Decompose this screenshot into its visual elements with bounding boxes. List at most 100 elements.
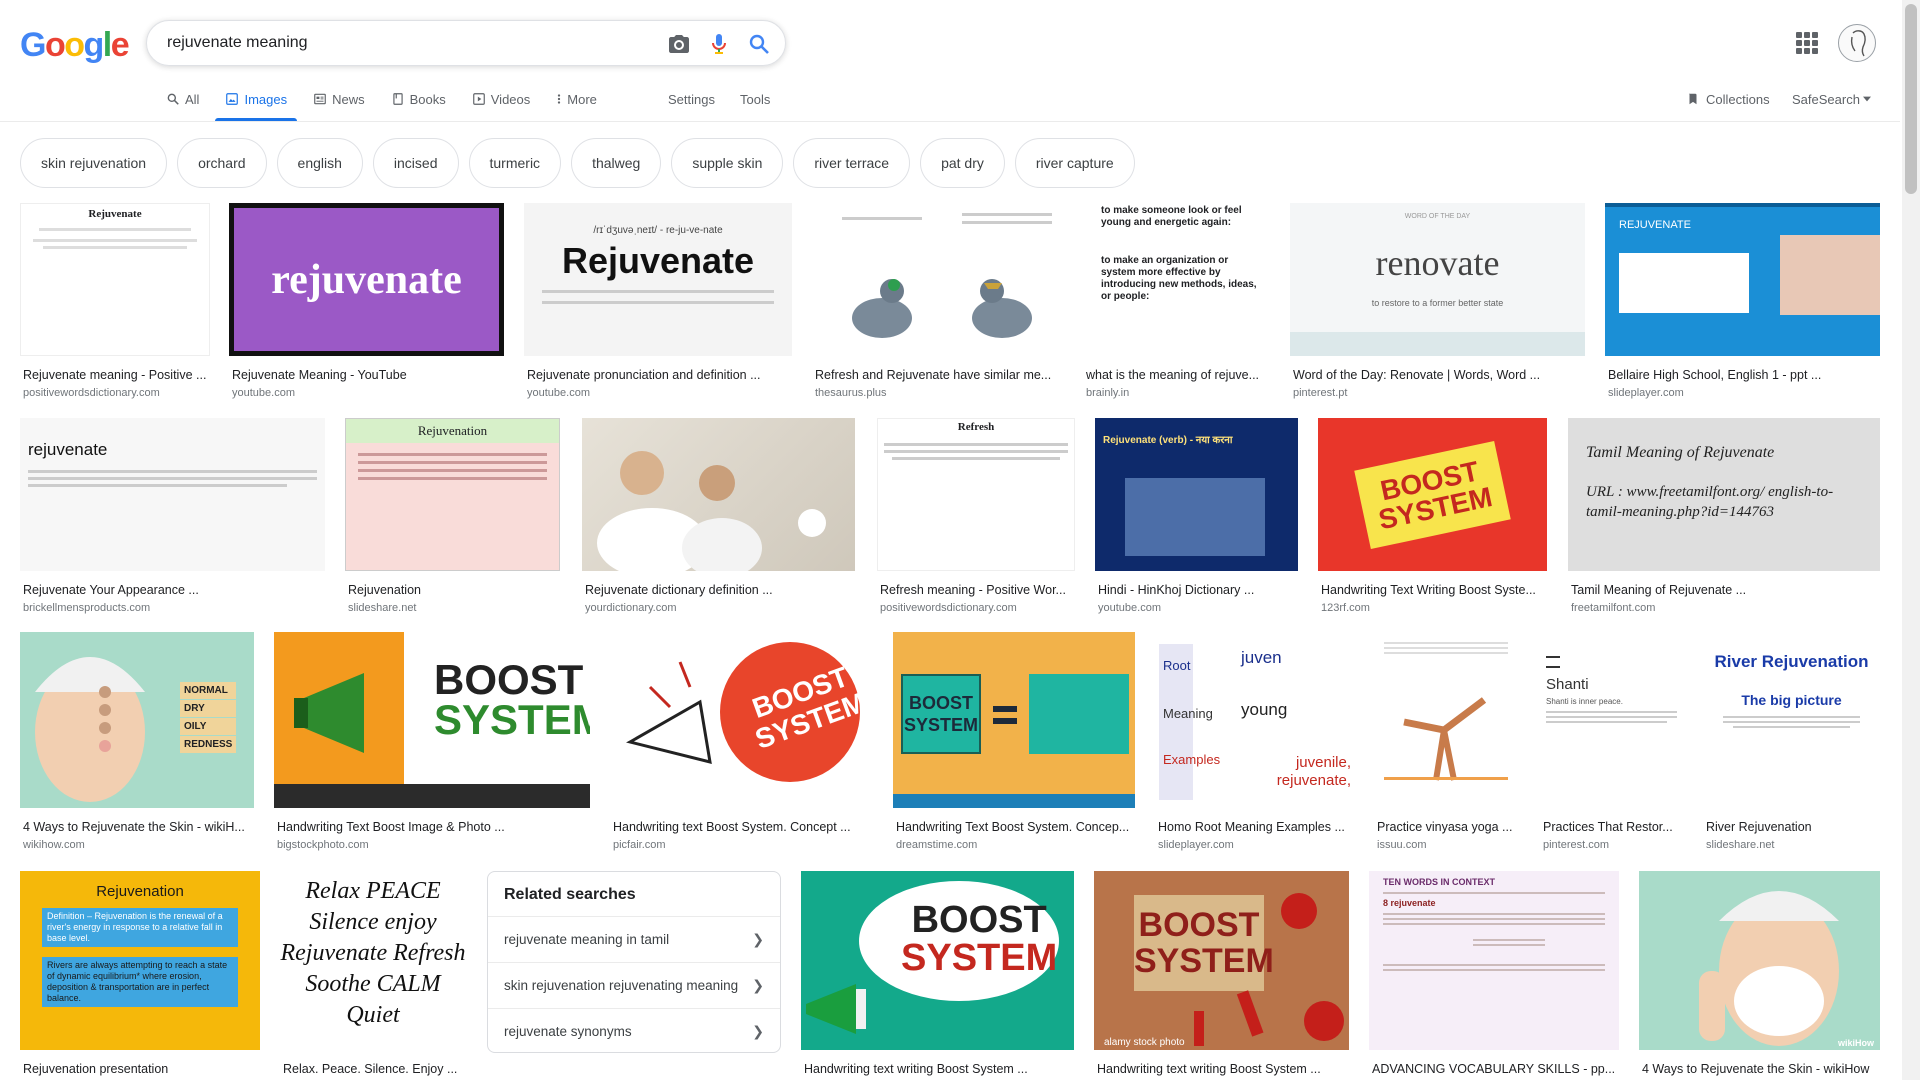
chip-orchard[interactable]: orchard: [177, 138, 267, 188]
chip-turmeric[interactable]: turmeric: [468, 138, 562, 188]
image-result[interactable]: Root Meaning Examples juven young juveni…: [1155, 632, 1355, 851]
tab-all[interactable]: All: [166, 86, 199, 112]
scrollbar-thumb[interactable]: [1905, 4, 1917, 194]
chip-skin-rejuvenation[interactable]: skin rejuvenation: [20, 138, 168, 188]
image-result[interactable]: Tamil Meaning of Rejuvenate URL : www.fr…: [1568, 418, 1880, 614]
result-source: 123rf.com: [1321, 602, 1370, 614]
result-title: Rejuvenate dictionary definition ...: [585, 583, 773, 597]
apps-grid-icon[interactable]: [1796, 32, 1818, 54]
result-thumbnail: Shanti Shanti is inner peace.: [1540, 632, 1683, 808]
tab-label: More: [567, 91, 597, 107]
chip-river-terrace[interactable]: river terrace: [793, 138, 911, 188]
account-avatar-icon: [1850, 30, 1866, 57]
chip-incised[interactable]: incised: [372, 138, 459, 188]
result-source: dreamstime.com: [896, 839, 978, 851]
tab-images[interactable]: Images: [215, 86, 297, 121]
image-result[interactable]: BOOST SYSTEM Handwriting text Boost Syst…: [610, 632, 873, 851]
result-source: bigstockphoto.com: [277, 839, 369, 851]
search-input[interactable]: rejuvenate meaning: [167, 34, 308, 52]
image-result[interactable]: Rejuvenate Rejuvenate meaning - Positive…: [20, 203, 210, 399]
image-result[interactable]: River Rejuvenation The big picture River…: [1703, 632, 1880, 851]
result-title: Rejuvenate meaning - Positive ...: [23, 368, 207, 382]
result-thumbnail: BOOST SYSTEM: [610, 632, 873, 808]
image-result[interactable]: BOOST SYSTEM Handwriting text writing Bo…: [801, 871, 1074, 1076]
related-search-item[interactable]: skin rejuvenation rejuvenating meaning ❯: [488, 962, 780, 1008]
image-result[interactable]: Rejuvenation Definition – Rejuvenation i…: [20, 871, 260, 1076]
chip-supple-skin[interactable]: supple skin: [671, 138, 784, 188]
result-title: Rejuvenation presentation: [23, 1062, 169, 1076]
camera-icon[interactable]: [667, 32, 691, 56]
result-thumbnail: River Rejuvenation The big picture: [1703, 632, 1880, 808]
result-thumbnail: BOOST SYSTEM: [893, 632, 1135, 808]
result-title: Handwriting Text Boost Image & Photo ...: [277, 820, 505, 834]
result-title: 4 Ways to Rejuvenate the Skin - wikiHow: [1642, 1062, 1870, 1076]
tools-link[interactable]: Tools: [740, 86, 770, 112]
image-result[interactable]: BOOST SYSTEM Handwriting Text Writing Bo…: [1318, 418, 1547, 614]
google-logo[interactable]: Google: [20, 26, 130, 65]
related-search-item[interactable]: rejuvenate synonyms ❯: [488, 1008, 780, 1054]
related-searches-title: Related searches: [504, 886, 636, 903]
image-result[interactable]: Refresh and Rejuvenate have similar me..…: [812, 203, 1077, 399]
tab-news[interactable]: News: [313, 86, 365, 112]
image-result[interactable]: TEN WORDS IN CONTEXT 8 rejuvenate ADVANC…: [1369, 871, 1619, 1076]
thumb-text: Rejuvenate (verb) - नया करना: [1103, 435, 1233, 446]
related-chips: skin rejuvenation orchard english incise…: [20, 138, 1135, 188]
image-result[interactable]: BOOST SYSTEM Handwriting Text Boost Syst…: [893, 632, 1135, 851]
image-result[interactable]: Refresh Refresh meaning - Positive Wor..…: [877, 418, 1075, 614]
search-icon[interactable]: [747, 32, 771, 56]
chip-english[interactable]: english: [276, 138, 363, 188]
image-result[interactable]: REJUVENATE Bellaire High School, English…: [1605, 203, 1880, 399]
thumb-text: Refresh: [957, 421, 995, 433]
image-result[interactable]: Rejuvenation Rejuvenation slideshare.net: [345, 418, 560, 614]
thumb-text: juven: [1241, 648, 1282, 667]
image-icon: [226, 93, 239, 105]
avatar[interactable]: [1838, 24, 1876, 62]
logo-letter: l: [102, 26, 112, 64]
image-result[interactable]: Shanti Shanti is inner peace. Practices …: [1540, 632, 1683, 851]
tab-videos[interactable]: Videos: [472, 86, 531, 112]
tab-label: Videos: [490, 91, 531, 107]
tab-more[interactable]: More: [556, 86, 597, 112]
image-result[interactable]: BOOST SYSTEM BIGSTOCK Handwriting Text B…: [274, 632, 590, 851]
result-title: River Rejuvenation: [1706, 820, 1812, 834]
result-thumbnail: Rejuvenation Definition – Rejuvenation i…: [20, 871, 260, 1050]
result-thumbnail: /rɪˈdʒuvəˌneɪt/ - re-ju-ve-nate Rejuvena…: [524, 203, 792, 356]
related-search-item[interactable]: rejuvenate meaning in tamil ❯: [488, 916, 780, 962]
thumb-text: BOOST: [434, 656, 584, 703]
thumb-text: BOOST: [911, 899, 1047, 941]
result-source: issuu.com: [1377, 839, 1427, 851]
result-source: youtube.com: [232, 387, 295, 399]
result-source: pinterest.pt: [1293, 387, 1348, 399]
image-result[interactable]: wikiHow 4 Ways to Rejuvenate the Skin - …: [1639, 871, 1880, 1076]
image-result[interactable]: rejuvenate Rejuvenate Meaning - YouTube …: [229, 203, 504, 399]
image-result[interactable]: Rejuvenate (verb) - नया करना Hindi - Hin…: [1095, 418, 1298, 614]
result-title: Bellaire High School, English 1 - ppt ..…: [1608, 368, 1822, 382]
tab-label: Images: [244, 91, 288, 107]
related-search-label: rejuvenate synonyms: [504, 1024, 632, 1039]
image-result[interactable]: to make someone look or feel young and e…: [1083, 203, 1270, 399]
thumb-text: BIGSTOCK: [282, 793, 335, 804]
result-source: freetamilfont.com: [1571, 602, 1656, 614]
thumb-text: Relax PEACE Silence enjoy Rejuvenate Ref…: [280, 878, 466, 1028]
chip-pat-dry[interactable]: pat dry: [920, 138, 1005, 188]
safesearch-dropdown[interactable]: SafeSearch: [1792, 86, 1871, 112]
tab-books[interactable]: Books: [391, 86, 446, 112]
image-result[interactable]: WORD OF THE DAY renovate to restore to a…: [1290, 203, 1585, 399]
image-result[interactable]: Rejuvenate dictionary definition ... you…: [582, 418, 855, 614]
result-source: pinterest.com: [1543, 839, 1610, 851]
chip-thalweg[interactable]: thalweg: [571, 138, 662, 188]
image-result[interactable]: Practice vinyasa yoga ... issuu.com: [1374, 632, 1518, 851]
image-result[interactable]: NORMAL DRY OILY REDNESS 4 Ways to Rejuve…: [20, 632, 254, 851]
microphone-icon[interactable]: [707, 32, 731, 56]
chip-river-capture[interactable]: river capture: [1014, 138, 1135, 188]
image-result[interactable]: /rɪˈdʒuvəˌneɪt/ - re-ju-ve-nate Rejuvena…: [524, 203, 792, 399]
result-title: Refresh and Rejuvenate have similar me..…: [815, 368, 1052, 382]
image-result[interactable]: rejuvenate Rejuvenate Your Appearance ..…: [20, 418, 325, 614]
image-result[interactable]: BOOST SYSTEM alamy stock photo Handwriti…: [1094, 871, 1349, 1076]
result-thumbnail: [582, 418, 855, 571]
search-box[interactable]: rejuvenate meaning: [146, 20, 786, 66]
settings-link[interactable]: Settings: [668, 86, 715, 112]
women-photo: [597, 451, 826, 571]
collections-link[interactable]: Collections: [1686, 86, 1770, 112]
image-result[interactable]: Relax PEACE Silence enjoy Rejuvenate Ref…: [280, 871, 466, 1076]
